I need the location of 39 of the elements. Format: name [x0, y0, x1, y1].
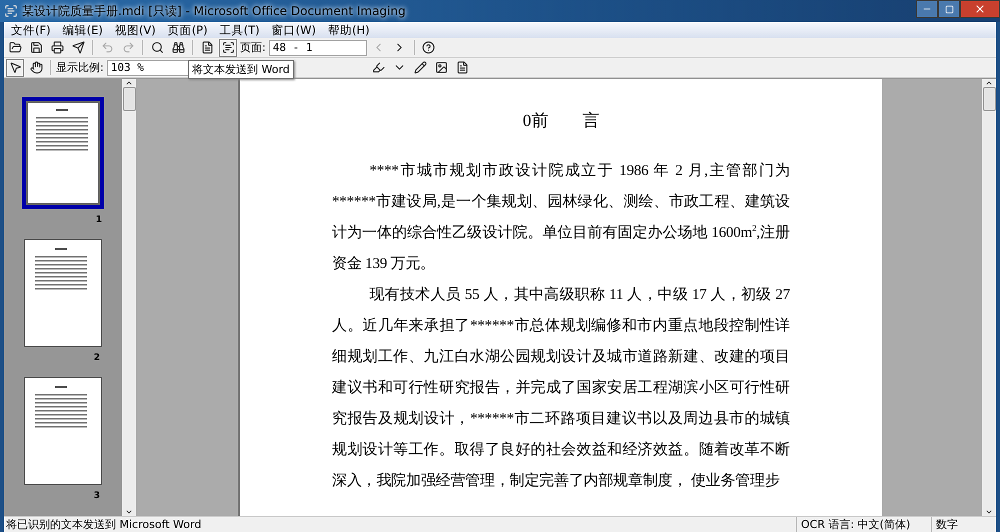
scroll-down-icon[interactable] [985, 508, 993, 516]
page-number: 2 [94, 353, 100, 363]
document-title: 0前 言 [522, 110, 600, 132]
tooltip: 将文本发送到 Word [188, 60, 294, 79]
page-thumbnail[interactable] [24, 239, 102, 347]
scroll-thumb[interactable] [982, 87, 996, 111]
scroll-down-icon[interactable] [125, 508, 133, 516]
page-label: 页面: [240, 40, 266, 55]
num-lock-status: 数字 [931, 517, 996, 532]
scan-text-icon[interactable] [219, 38, 237, 56]
document-paragraph: ****市城市规划市政设计院成立于 1986 年 2 月,主管部门为******市建设局,是一个集规划、园林绿化、测绘、市政工程、建筑设计为一体的综合性乙级设计院。单位目前有固定办公场地 1600m$^{2}$,注册资金 139 万元。 [332, 161, 790, 274]
app-icon [4, 4, 18, 18]
scroll-up-icon[interactable] [125, 79, 133, 87]
menu-item[interactable]: 帮助(H) [322, 22, 375, 38]
ocr-language-status: OCR 语言: 中文(简体) [796, 517, 931, 532]
document-paragraph: 现有技术人员 55 人，其中高级职称 11 人，中级 17 人，初级 27 人。近几年来承担了******市总体规划编修和市内重点地段控制性详细规划工作、九江白水湖公园规划设计及城市道路新建、改建的项目建议书和可行性研究报告，并完成了国家安居工程湖滨小区可行性研究报告及规划设计，******市二环路项目建议书以及周边县市的城镇规划设计等工作。取得了良好的社会效益和经济效益。随着改革不断深入，我院加强经营管理，制定完善了内部规章制度， 使业务管理步 [332, 285, 790, 491]
zoom-label: 显示比例: [56, 60, 104, 75]
scroll-up-icon[interactable] [985, 79, 993, 87]
window-title: 某设计院质量手册.mdi [只读] - Microsoft Office Document Imaging [22, 2, 407, 20]
scroll-thumb[interactable] [122, 87, 136, 111]
page-field[interactable]: 48 - 1 [268, 40, 367, 56]
page-thumbnail[interactable] [22, 97, 104, 209]
menu-item[interactable]: 文件(F) [6, 22, 56, 38]
scrollbar[interactable] [122, 79, 136, 516]
page-thumbnail[interactable] [24, 377, 102, 485]
page-number: 1 [96, 215, 102, 225]
scrollbar[interactable] [982, 79, 996, 516]
page-number: 3 [94, 491, 100, 501]
maximize-icon [944, 4, 954, 14]
pointer-icon[interactable] [6, 58, 24, 76]
menu-item[interactable]: 窗口(W) [266, 22, 321, 38]
menu-item[interactable]: 视图(V) [110, 22, 161, 38]
close-button[interactable] [960, 0, 1000, 18]
status-message: 将已识别的文本发送到 Microsoft Word [5, 517, 202, 532]
close-icon [974, 3, 986, 15]
menu-item[interactable]: 编辑(E) [58, 22, 108, 38]
maximize-button[interactable] [938, 0, 960, 18]
menu-item[interactable]: 页面(P) [162, 22, 213, 38]
menu-item[interactable]: 工具(T) [214, 22, 265, 38]
